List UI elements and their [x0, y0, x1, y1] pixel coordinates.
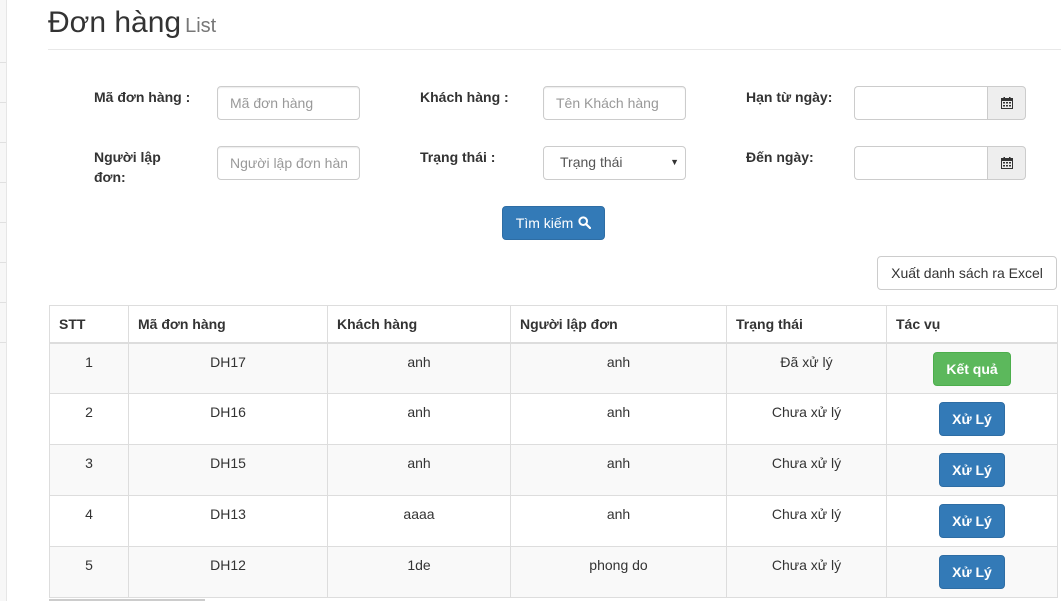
to-date-group: [854, 146, 1026, 180]
creator-label: Người lập đơn:: [94, 149, 161, 185]
cell-creator: anh: [510, 444, 727, 496]
process-button[interactable]: Xử Lý: [939, 504, 1005, 538]
cell-creator: anh: [510, 495, 727, 547]
cell-status: Chưa xử lý: [726, 546, 887, 598]
table-row: 4 DH13 aaaa anh Chưa xử lý Xử Lý: [49, 495, 1058, 547]
status-label: Trạng thái :: [420, 149, 496, 165]
to-date-input[interactable]: [854, 146, 988, 180]
cell-status: Chưa xử lý: [726, 495, 887, 547]
column-header-stt: STT: [49, 305, 129, 344]
column-header-status: Trạng thái: [726, 305, 887, 344]
cell-status: Chưa xử lý: [726, 444, 887, 496]
cell-order-code: DH17: [128, 342, 328, 394]
cell-order-code: DH16: [128, 393, 328, 445]
process-button[interactable]: Xử Lý: [939, 555, 1005, 589]
cell-actions: Xử Lý: [886, 393, 1058, 445]
customer-input[interactable]: [543, 86, 686, 120]
status-select[interactable]: Trạng thái ▼: [543, 146, 686, 180]
order-code-label: Mã đơn hàng :: [94, 89, 191, 105]
table-row: 2 DH16 anh anh Chưa xử lý Xử Lý: [49, 393, 1058, 445]
column-header-creator: Người lập đơn: [510, 305, 727, 344]
cell-stt: 5: [49, 546, 129, 598]
cell-status: Đã xử lý: [726, 342, 887, 394]
status-select-value: Trạng thái: [560, 154, 623, 170]
column-header-customer: Khách hàng: [327, 305, 511, 344]
customer-label: Khách hàng :: [420, 89, 509, 105]
cell-customer: anh: [327, 444, 511, 496]
cell-actions: Xử Lý: [886, 495, 1058, 547]
cell-creator: anh: [510, 342, 727, 394]
cell-customer: anh: [327, 342, 511, 394]
from-date-group: [854, 86, 1026, 120]
table-row: 5 DH12 1de phong do Chưa xử lý Xử Lý: [49, 546, 1058, 598]
table-row: 1 DH17 anh anh Đã xử lý Kết quả: [49, 342, 1058, 394]
to-date-calendar-button[interactable]: [987, 146, 1026, 180]
result-button[interactable]: Kết quả: [933, 351, 1011, 386]
order-code-input[interactable]: [217, 86, 360, 120]
cell-stt: 3: [49, 444, 129, 496]
search-button[interactable]: Tìm kiếm: [502, 206, 605, 240]
page-header: Đơn hàng List: [48, 0, 1061, 50]
page-title: Đơn hàng List: [48, 6, 216, 40]
from-date-label: Hạn từ ngày:: [746, 89, 833, 105]
from-date-calendar-button[interactable]: [987, 86, 1026, 120]
process-button[interactable]: Xử Lý: [939, 453, 1005, 487]
search-icon: [578, 216, 592, 230]
cell-creator: phong do: [510, 546, 727, 598]
chevron-down-icon: ▼: [670, 157, 679, 167]
table-row: 3 DH15 anh anh Chưa xử lý Xử Lý: [49, 444, 1058, 496]
cell-order-code: DH15: [128, 444, 328, 496]
calendar-icon: [1001, 97, 1013, 109]
page-subtitle: List: [185, 15, 217, 37]
cell-creator: anh: [510, 393, 727, 445]
calendar-icon: [1001, 157, 1013, 169]
table-header-row: STT Mã đơn hàng Khách hàng Người lập đơn…: [49, 305, 1058, 344]
cell-actions: Xử Lý: [886, 546, 1058, 598]
left-sidebar-strip: [0, 0, 7, 601]
column-header-order-code: Mã đơn hàng: [128, 305, 328, 344]
to-date-label: Đến ngày:: [746, 149, 814, 165]
process-button[interactable]: Xử Lý: [939, 402, 1005, 436]
cell-customer: aaaa: [327, 495, 511, 547]
orders-table: STT Mã đơn hàng Khách hàng Người lập đơn…: [49, 305, 1058, 598]
cell-status: Chưa xử lý: [726, 393, 887, 445]
from-date-input[interactable]: [854, 86, 988, 120]
creator-input[interactable]: [217, 146, 360, 180]
cell-stt: 4: [49, 495, 129, 547]
cell-stt: 1: [49, 342, 129, 394]
cell-stt: 2: [49, 393, 129, 445]
cell-order-code: DH12: [128, 546, 328, 598]
column-header-actions: Tác vụ: [886, 305, 1058, 344]
cell-actions: Kết quả: [886, 342, 1058, 394]
cell-actions: Xử Lý: [886, 444, 1058, 496]
cell-order-code: DH13: [128, 495, 328, 547]
cell-customer: anh: [327, 393, 511, 445]
cell-customer: 1de: [327, 546, 511, 598]
search-button-label: Tìm kiếm: [515, 215, 574, 231]
page-title-text: Đơn hàng: [48, 6, 182, 39]
export-excel-button[interactable]: Xuất danh sách ra Excel: [877, 256, 1057, 290]
